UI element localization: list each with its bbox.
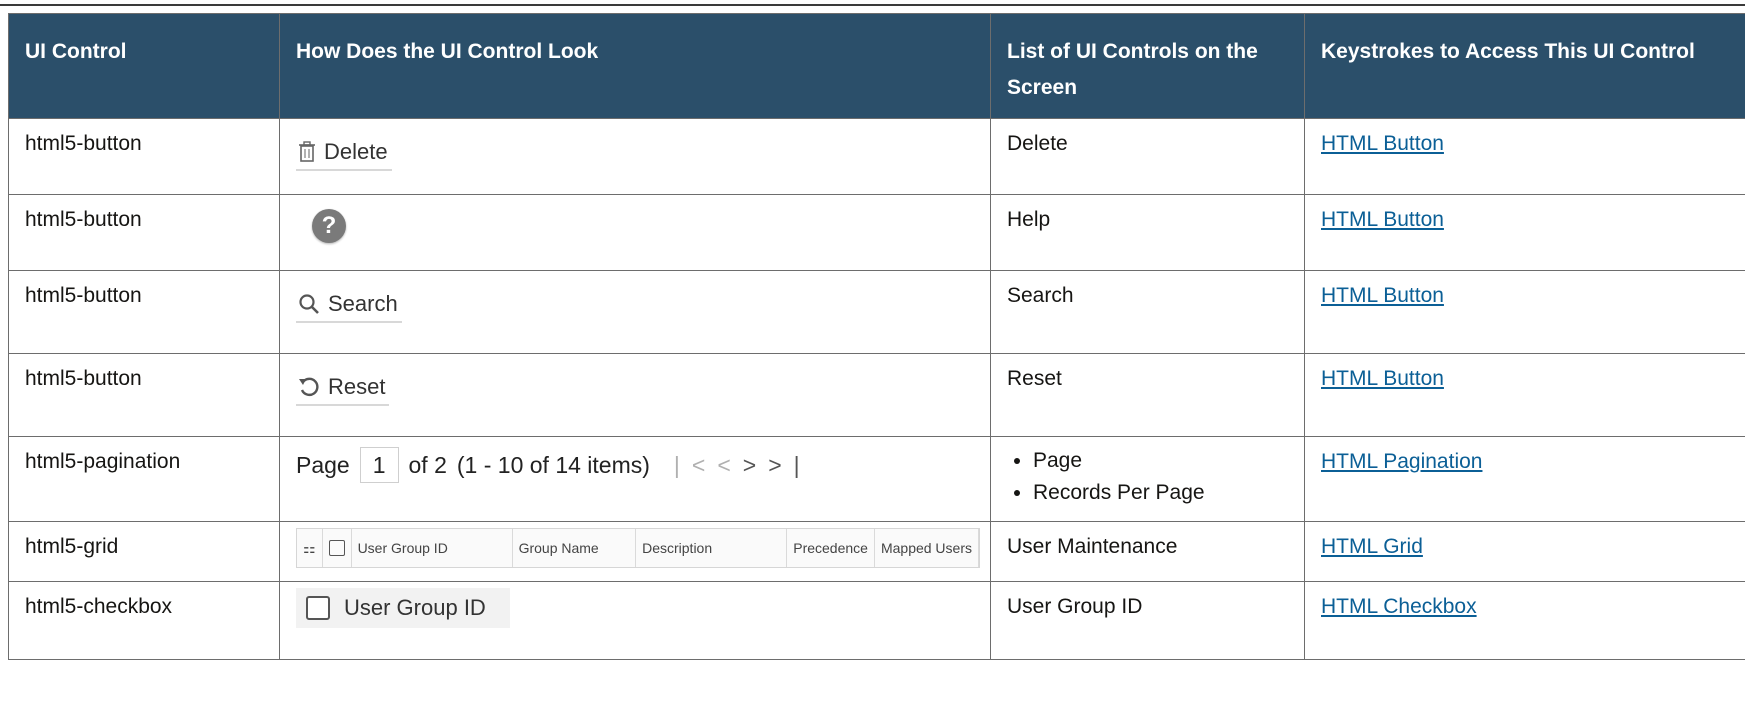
cell-list: Reset (990, 353, 1305, 437)
grid-header-mock: ⚏ User Group ID Group Name Description P… (296, 528, 980, 568)
top-rule (0, 4, 1745, 6)
checkbox-label: User Group ID (344, 595, 486, 620)
table-row: html5-button Delete Delete HTML Button (8, 118, 1745, 195)
grid-col-header: Description (636, 529, 788, 567)
html-button-link[interactable]: HTML Button (1321, 132, 1444, 155)
list-item: Page (1033, 445, 1288, 477)
items-range-text: (1 - 10 of 14 items) (456, 452, 650, 478)
reset-label: Reset (328, 374, 386, 399)
cell-list: Help (990, 194, 1305, 271)
table-row: html5-button ? Help HTML Button (8, 194, 1745, 271)
cell-control: html5-button (8, 118, 280, 195)
cell-look: Reset (279, 353, 991, 437)
cell-link: HTML Button (1304, 353, 1745, 437)
header-list: List of UI Controls on the Screen (990, 13, 1305, 119)
grid-checkbox-icon (328, 540, 345, 556)
pagination-nav-icons: |<<>>| (674, 448, 812, 482)
checkbox-icon (306, 596, 330, 620)
html-checkbox-link[interactable]: HTML Checkbox (1321, 595, 1477, 618)
grid-col-header: Group Name (513, 529, 637, 567)
cell-control: html5-button (8, 353, 280, 437)
header-row: UI Control How Does the UI Control Look … (8, 13, 1745, 119)
cell-control: html5-button (8, 194, 280, 271)
reset-icon (299, 377, 319, 397)
grid-col-header: User Group ID (352, 529, 513, 567)
reset-button-mock: Reset (296, 366, 390, 406)
grid-col-header: Precedence (787, 529, 875, 567)
cell-control: html5-checkbox (8, 581, 280, 660)
list-items: Page Records Per Page (1007, 445, 1288, 509)
cell-look: User Group ID (279, 581, 991, 660)
table-row: html5-grid ⚏ User Group ID Group Name De… (8, 521, 1745, 582)
header-look: How Does the UI Control Look (279, 13, 991, 119)
checkbox-mock: User Group ID (296, 588, 510, 628)
cell-list: Search (990, 270, 1305, 354)
cell-look: ? (279, 194, 991, 271)
table-row: html5-checkbox User Group ID User Group … (8, 581, 1745, 660)
header-keystrokes: Keystrokes to Access This UI Control (1304, 13, 1745, 119)
next-page-icon: > (742, 452, 769, 478)
delete-button-mock: Delete (296, 131, 392, 171)
cell-control: html5-button (8, 270, 280, 354)
html-button-link[interactable]: HTML Button (1321, 284, 1444, 307)
header-ui-control: UI Control (8, 13, 280, 119)
table-row: html5-button Search Search HTML Button (8, 270, 1745, 354)
table-row: html5-pagination Page 1 of 2 (1 - 10 of … (8, 436, 1745, 522)
cell-link: HTML Button (1304, 118, 1745, 195)
cell-look: Search (279, 270, 991, 354)
search-button-mock: Search (296, 283, 402, 323)
cell-list: User Group ID (990, 581, 1305, 660)
pagination-mock: Page 1 of 2 (1 - 10 of 14 items) |<<>>| (296, 447, 974, 483)
cell-link: HTML Checkbox (1304, 581, 1745, 660)
list-item: Records Per Page (1033, 477, 1288, 509)
search-icon (299, 294, 319, 314)
html-button-link[interactable]: HTML Button (1321, 208, 1444, 231)
grid-col-header: Mapped Users (875, 529, 979, 567)
ui-controls-table: UI Control How Does the UI Control Look … (8, 13, 1745, 660)
first-page-icon: |< (673, 452, 718, 478)
cell-list: User Maintenance (990, 521, 1305, 582)
last-page-icon: >| (768, 452, 812, 478)
cell-link: HTML Grid (1304, 521, 1745, 582)
help-icon: ? (312, 209, 346, 243)
html-pagination-link[interactable]: HTML Pagination (1321, 450, 1482, 473)
search-label: Search (328, 291, 398, 316)
cell-link: HTML Pagination (1304, 436, 1745, 522)
page-of-text: of 2 (408, 452, 447, 478)
cell-control: html5-pagination (8, 436, 280, 522)
page-label: Page (296, 452, 350, 478)
cell-link: HTML Button (1304, 194, 1745, 271)
table-row: html5-button Reset Reset HTML Button (8, 353, 1745, 437)
cell-look: ⚏ User Group ID Group Name Description P… (279, 521, 991, 582)
html-grid-link[interactable]: HTML Grid (1321, 535, 1423, 558)
prev-page-icon: < (717, 452, 743, 478)
cell-control: html5-grid (8, 521, 280, 582)
trash-icon (299, 141, 315, 162)
cell-list: Page Records Per Page (990, 436, 1305, 522)
html-button-link[interactable]: HTML Button (1321, 367, 1444, 390)
cell-list: Delete (990, 118, 1305, 195)
delete-label: Delete (324, 139, 388, 164)
cell-look: Delete (279, 118, 991, 195)
hierarchy-icon: ⚏ (297, 529, 323, 567)
cell-look: Page 1 of 2 (1 - 10 of 14 items) |<<>>| (279, 436, 991, 522)
cell-link: HTML Button (1304, 270, 1745, 354)
page-number-box: 1 (359, 447, 399, 483)
